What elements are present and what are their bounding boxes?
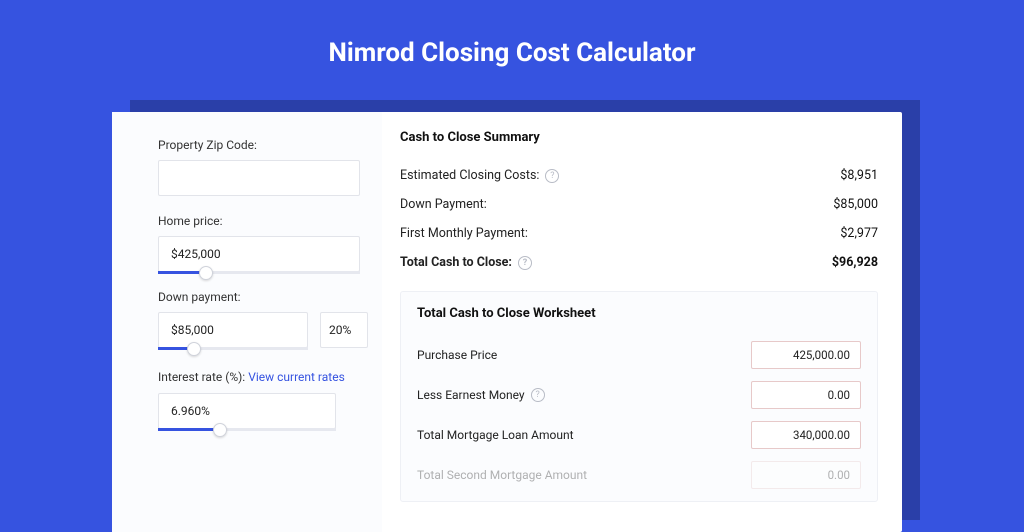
page-title: Nimrod Closing Cost Calculator — [0, 0, 1024, 92]
summary-label: Total Cash to Close: — [400, 255, 512, 270]
home-price-input[interactable] — [158, 236, 360, 272]
home-price-slider[interactable] — [158, 236, 360, 272]
down-payment-pct-input[interactable] — [320, 312, 368, 348]
inputs-panel: Property Zip Code: Home price: Down paym… — [112, 112, 382, 532]
interest-rate-label: Interest rate (%): — [158, 370, 248, 384]
worksheet-row: Less Earnest Money? — [417, 375, 861, 415]
worksheet-input[interactable] — [751, 381, 861, 409]
summary-label: Estimated Closing Costs: — [400, 168, 539, 183]
worksheet-input[interactable] — [751, 341, 861, 369]
summary-value: $96,928 — [832, 255, 878, 270]
view-rates-link[interactable]: View current rates — [248, 370, 345, 384]
help-icon[interactable]: ? — [545, 169, 559, 183]
slider-thumb[interactable] — [213, 423, 227, 437]
down-payment-pct-wrap — [320, 312, 368, 348]
help-icon[interactable]: ? — [531, 388, 545, 402]
summary-label: Down Payment: — [400, 197, 487, 212]
down-payment-field: Down payment: — [158, 290, 360, 348]
summary-value: $85,000 — [833, 197, 878, 212]
slider-thumb[interactable] — [199, 266, 213, 280]
zip-field: Property Zip Code: — [158, 138, 360, 196]
interest-rate-input[interactable] — [158, 393, 336, 429]
slider-thumb[interactable] — [187, 342, 201, 356]
worksheet-input[interactable] — [751, 461, 861, 489]
worksheet-row: Total Second Mortgage Amount — [417, 455, 861, 495]
summary-label: First Monthly Payment: — [400, 226, 528, 241]
worksheet-label: Total Second Mortgage Amount — [417, 468, 587, 482]
worksheet-row: Total Mortgage Loan Amount — [417, 415, 861, 455]
down-payment-input[interactable] — [158, 312, 308, 348]
summary-row-total: Total Cash to Close:? $96,928 — [400, 248, 878, 277]
slider-fill — [158, 428, 220, 431]
worksheet-heading: Total Cash to Close Worksheet — [417, 306, 861, 321]
help-icon[interactable]: ? — [518, 256, 532, 270]
summary-heading: Cash to Close Summary — [400, 130, 878, 145]
summary-row: First Monthly Payment: $2,977 — [400, 219, 878, 248]
zip-input[interactable] — [158, 160, 360, 196]
home-price-field: Home price: — [158, 214, 360, 272]
summary-row: Estimated Closing Costs:? $8,951 — [400, 161, 878, 190]
summary-row: Down Payment: $85,000 — [400, 190, 878, 219]
results-panel: Cash to Close Summary Estimated Closing … — [382, 112, 902, 532]
worksheet-label: Less Earnest Money — [417, 388, 525, 402]
worksheet-row: Purchase Price — [417, 335, 861, 375]
zip-label: Property Zip Code: — [158, 138, 360, 152]
worksheet-panel: Total Cash to Close Worksheet Purchase P… — [400, 291, 878, 502]
worksheet-label: Purchase Price — [417, 348, 497, 362]
down-payment-label: Down payment: — [158, 290, 360, 304]
interest-rate-slider[interactable] — [158, 393, 336, 429]
summary-value: $8,951 — [840, 168, 878, 183]
interest-rate-field: Interest rate (%): View current rates — [158, 366, 360, 429]
calculator-card: Property Zip Code: Home price: Down paym… — [112, 112, 902, 532]
worksheet-label: Total Mortgage Loan Amount — [417, 428, 574, 442]
down-payment-slider[interactable] — [158, 312, 308, 348]
home-price-label: Home price: — [158, 214, 360, 228]
summary-value: $2,977 — [840, 226, 878, 241]
worksheet-input[interactable] — [751, 421, 861, 449]
